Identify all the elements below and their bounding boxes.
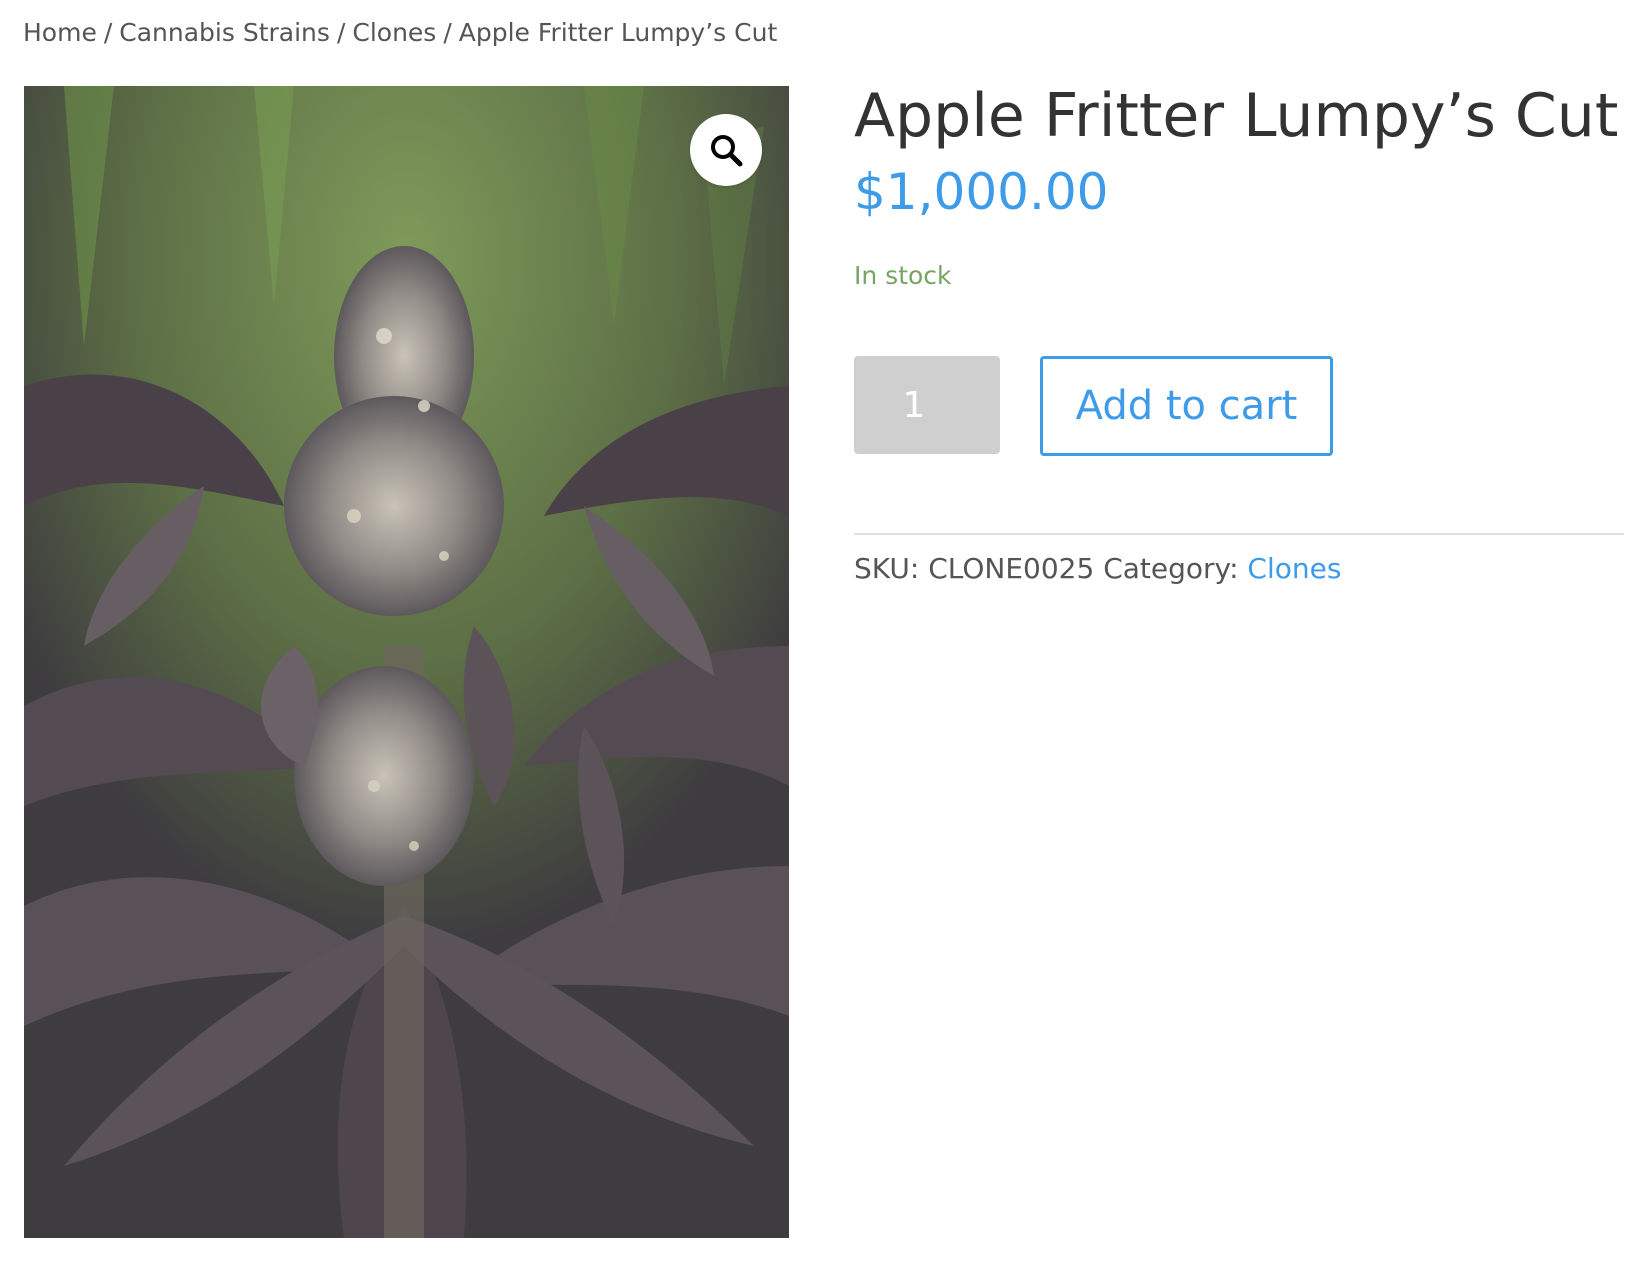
sku-value: CLONE0025 <box>928 552 1095 585</box>
category-link[interactable]: Clones <box>1247 552 1341 585</box>
product-price: $1,000.00 <box>854 163 1109 221</box>
breadcrumb: Home / Cannabis Strains / Clones / Apple Fritt… <box>23 18 777 47</box>
breadcrumb-separator: / <box>336 18 346 47</box>
breadcrumb-home-link[interactable]: Home <box>23 18 97 47</box>
breadcrumb-current: Apple Fritter Lumpy’s Cut <box>458 18 778 47</box>
breadcrumb-cannabis-strains-link[interactable]: Cannabis Strains <box>119 18 330 47</box>
sku-label: SKU: <box>854 552 920 585</box>
breadcrumb-separator: / <box>103 18 113 47</box>
product-image[interactable] <box>24 86 789 1238</box>
breadcrumb-clones-link[interactable]: Clones <box>352 18 436 47</box>
product-title: Apple Fritter Lumpy’s Cut <box>854 81 1619 151</box>
divider <box>854 533 1624 535</box>
category-label: Category: <box>1103 552 1239 585</box>
add-to-cart-button[interactable]: Add to cart <box>1040 356 1333 456</box>
zoom-button[interactable] <box>690 114 762 186</box>
breadcrumb-separator: / <box>443 18 452 47</box>
magnifier-icon <box>709 133 743 167</box>
product-meta: SKU: CLONE0025 Category: Clones <box>854 552 1341 585</box>
stock-status: In stock <box>854 261 952 290</box>
product-photo <box>24 86 789 1238</box>
quantity-input[interactable] <box>854 356 1000 454</box>
add-to-cart-form: Add to cart <box>854 356 1624 456</box>
product-summary: Apple Fritter Lumpy’s Cut $1,000.00 In s… <box>854 80 1624 585</box>
